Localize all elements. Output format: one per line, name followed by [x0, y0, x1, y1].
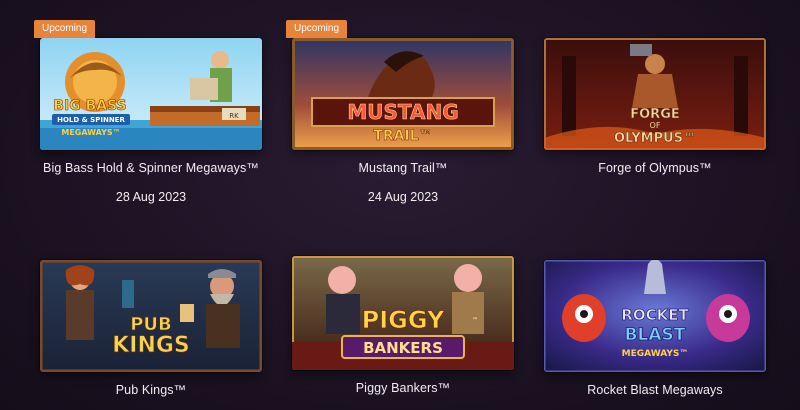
logo-line-3: ™ — [472, 317, 478, 324]
logo-line-3: MEGAWAYS™ — [61, 128, 120, 137]
game-thumbnail[interactable]: PUB KINGS — [40, 260, 262, 372]
big-bass-artwork: RK BIG BASS HOLD & SPINNER MEGAWAYS™ — [40, 38, 262, 150]
logo-line-1: BIG BASS — [53, 98, 126, 114]
game-title[interactable]: Pub Kings™ — [20, 383, 282, 397]
game-thumbnail[interactable]: RK BIG BASS HOLD & SPINNER MEGAWAYS™ — [40, 38, 262, 150]
mustang-trail-artwork: MUSTANG TRAIL™ — [292, 38, 514, 150]
game-thumbnail[interactable]: ROCKET BLAST MEGAWAYS™ — [544, 260, 766, 372]
game-thumbnail[interactable]: FORGE OF OLYMPUS™ — [544, 38, 766, 150]
logo-line-2: KINGS — [112, 333, 190, 358]
logo-line-1: PIGGY — [362, 306, 445, 334]
logo-line-2: TRAIL™ — [373, 128, 432, 144]
game-thumbnail[interactable]: MUSTANG TRAIL™ — [292, 38, 514, 150]
logo-line-2: BANKERS — [363, 339, 443, 357]
boat-label: RK — [229, 112, 239, 120]
game-thumbnail[interactable]: PIGGY BANKERS ™ — [292, 256, 514, 370]
logo-line-3: MEGAWAYS™ — [622, 349, 689, 359]
piggy-bankers-artwork: PIGGY BANKERS ™ — [292, 256, 514, 370]
game-title[interactable]: Big Bass Hold & Spinner Megaways™ — [20, 161, 282, 175]
rocket-blast-artwork: ROCKET BLAST MEGAWAYS™ — [544, 260, 766, 372]
upcoming-badge: Upcoming — [286, 20, 348, 38]
upcoming-badge: Upcoming — [34, 20, 96, 38]
logo-line-2: BLAST — [625, 325, 686, 345]
logo-line-1: MUSTANG — [347, 100, 458, 124]
logo-line-2: HOLD & SPINNER — [57, 116, 125, 124]
logo-line-2: OF — [650, 121, 661, 130]
logo-line-1: PUB — [130, 314, 172, 335]
game-title[interactable]: Mustang Trail™ — [272, 161, 534, 175]
pub-kings-artwork: PUB KINGS — [40, 260, 262, 372]
logo-line-1: FORGE — [630, 107, 680, 122]
game-title[interactable]: Rocket Blast Megaways — [524, 383, 786, 397]
logo-line-1: ROCKET — [621, 306, 689, 324]
logo-line-3: OLYMPUS™ — [614, 131, 696, 146]
release-date: 28 Aug 2023 — [115, 190, 187, 204]
game-title[interactable]: Piggy Bankers™ — [272, 381, 534, 395]
release-date: 24 Aug 2023 — [367, 190, 439, 204]
forge-of-olympus-artwork: FORGE OF OLYMPUS™ — [544, 38, 766, 150]
game-title[interactable]: Forge of Olympus™ — [524, 161, 786, 175]
